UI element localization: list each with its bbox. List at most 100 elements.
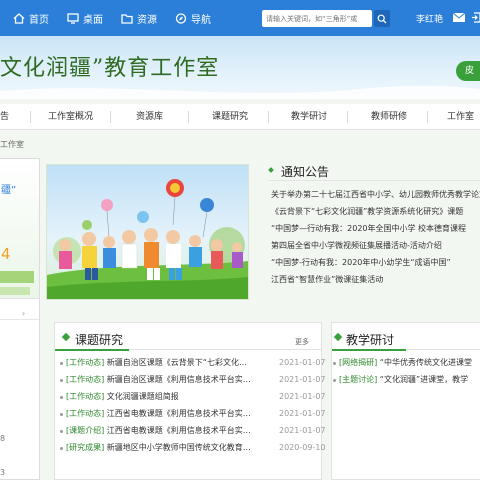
research-row-date: 2021-01-07 [279,358,326,367]
logout-icon[interactable] [472,12,480,23]
research-row[interactable]: [课题介绍] 江西省电教课题《利用信息技术平台实… [66,422,251,439]
mainnav-item-studio[interactable]: 工作室 [447,104,474,130]
notice-list: 关于举办第二十七届江西省中小学、幼儿园教师优秀教学论文 《云背景下“七彩文化润疆… [271,186,480,288]
bullet-dot-icon [333,362,336,365]
topnav-home[interactable]: 首页 [13,11,49,26]
research-row-date: 2020-09-10 [279,443,326,452]
topnav-desktop-label: 桌面 [83,14,103,26]
notice-item[interactable]: 关于举办第二十七届江西省中小学、幼儿园教师优秀教学论文 [271,186,480,203]
bullet-dot-icon [60,362,63,365]
research-row-title: 新疆自治区课题《利用信息技术平台实… [106,375,251,384]
research-row-tag: [课题介绍] [66,426,105,435]
research-row-date: 2021-01-07 [279,375,326,384]
notice-item[interactable]: “中国梦—行动有我：2020年全国中小学 校本德育课程 [271,220,480,237]
desktop-icon [67,12,79,24]
panel-title-underline [55,349,129,351]
topnav-home-label: 首页 [29,14,49,26]
children-photo-illustration [47,165,248,299]
panel-divider [129,349,322,350]
profile-card-stripe [0,287,30,295]
bullet-dot-icon [60,396,63,399]
notice-item[interactable]: 第四届全省中小学微视频征集展播活动-活动介绍 [271,237,480,254]
research-row-title: 江西省电教课题《利用信息技术平台实… [106,426,251,435]
teaching-row-title: “中华优秀传统文化进课堂 [379,358,472,367]
profile-card-header: 疆” 4 [0,159,39,299]
panel-divider [406,349,480,350]
bullet-dot-icon [60,447,63,450]
notice-item[interactable]: 《云背景下“七彩文化润疆”教学资源系统化研究》课题 [271,203,480,220]
panel-title-underline [332,349,406,351]
research-row-date: 2021-01-07 [279,409,326,418]
banner-wave-decoration [0,85,480,99]
compass-icon [175,12,187,24]
research-row-date: 2021-01-07 [279,426,326,435]
mainnav-item-resources[interactable]: 资源库 [136,104,163,130]
mainnav-item-research[interactable]: 课题研究 [212,104,248,130]
profile-card-divider [0,319,39,320]
left-profile-card: 疆” 4 › [0,158,40,480]
research-row-tag: [工作动态] [66,409,105,418]
notice-item[interactable]: “中国梦-行动有我：2020年中小幼学生“成语中国” [271,254,480,271]
diamond-icon [61,332,71,342]
top-nav: 首页 桌面 资源 导航 [0,0,216,36]
research-row[interactable]: [工作动态] 文化润疆课题组简报 [66,388,179,405]
teaching-row[interactable]: [网络揭研] “中华优秀传统文化进课堂 [339,354,472,371]
search-input[interactable] [262,10,372,27]
research-row-title: 江西省电教课题《利用信息技术平台实… [106,409,251,418]
teaching-row[interactable]: [主题讨论] “文化润疆”进课堂，教学 [339,371,468,388]
mainnav-item-notice[interactable]: 告 [0,104,9,130]
left-card-value-a: 8 [0,434,6,443]
search-icon [377,14,387,23]
folder-icon [121,13,133,24]
bullet-dot-icon [60,413,63,416]
notice-divider [268,180,480,181]
research-row[interactable]: [工作动态] 江西省电教课题《利用信息技术平台实… [66,405,251,422]
mainnav-item-overview[interactable]: 工作室概况 [48,104,93,130]
bullet-dot-icon [60,430,63,433]
user-name[interactable]: 李红艳 [416,12,443,25]
research-row[interactable]: [工作动态] 新疆自治区课题《利用信息技术平台实… [66,371,251,388]
notice-item[interactable]: 江西省“智慧作业”微课征集活动 [271,271,480,288]
research-row[interactable]: [研究成果] 新疆地区中小学教师中国传统文化教育… [66,439,251,456]
mail-icon[interactable] [453,13,465,22]
teaching-row-title: “文化润疆”进课堂，教学 [379,375,469,384]
topnav-resources[interactable]: 资源 [121,11,157,26]
teaching-panel: 教学研讨 [331,322,480,480]
bullet-dot-icon [333,379,336,382]
nav-separator [188,111,189,123]
diamond-icon [333,332,343,342]
nav-separator [427,111,428,123]
research-row-tag: [研究成果] [66,443,105,452]
banner: 文化润疆”教育工作室 皮 [0,36,480,99]
breadcrumb: 工作室 [0,140,24,149]
topnav-navigation[interactable]: 导航 [175,11,211,26]
research-row-tag: [工作动态] [66,392,105,401]
research-more-link[interactable]: 更多 [295,337,309,347]
research-row-title: 文化润疆课题组简报 [106,392,179,401]
bullet-dot-icon [60,379,63,382]
teaching-row-tag: [主题讨论] [339,375,378,384]
home-icon [13,12,25,24]
mainnav-item-training[interactable]: 教师研修 [371,104,407,130]
research-row[interactable]: [工作动态] 新疆自治区课题《云背景下“七彩文化… [66,354,247,371]
banner-title: 文化润疆”教育工作室 [0,56,220,81]
nav-separator [110,111,111,123]
teaching-row-tag: [网络揭研] [339,358,378,367]
topnav-desktop[interactable]: 桌面 [67,11,103,26]
chevron-right-icon[interactable]: › [22,309,25,318]
research-row-tag: [工作动态] [66,375,105,384]
teaching-panel-title: 教学研讨 [346,333,395,347]
mainnav-item-teaching[interactable]: 教学研讨 [291,104,327,130]
search-button[interactable] [374,10,390,27]
search-box [262,10,372,27]
left-card-value-b: 3 [0,468,6,477]
notice-title: 通知公告 [281,165,330,179]
research-row-date: 2021-01-07 [279,392,326,401]
banner-button[interactable]: 皮 [456,61,480,81]
diamond-icon [268,167,274,173]
profile-card-stripe [0,271,34,283]
nav-separator [347,111,348,123]
banner-photo-children[interactable] [46,164,249,300]
topnav-navigation-label: 导航 [191,14,211,26]
main-nav: 告 工作室概况 资源库 课题研究 教学研讨 教师研修 工作室 [0,104,480,130]
